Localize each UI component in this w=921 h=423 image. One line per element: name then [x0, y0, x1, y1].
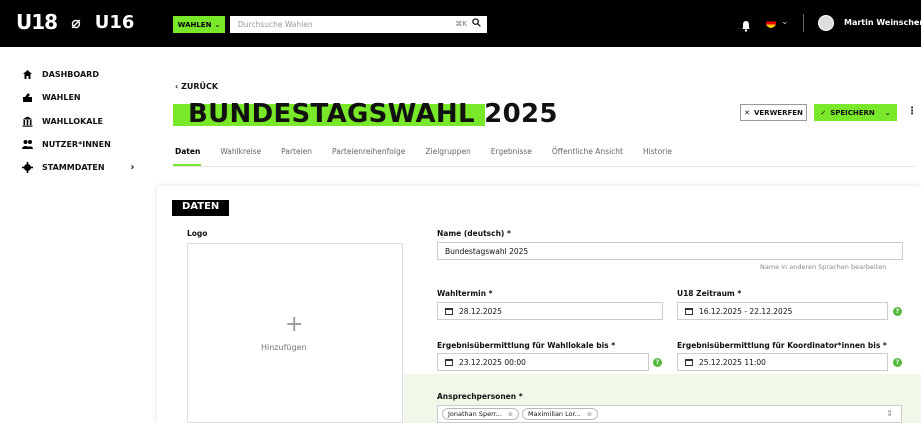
wahltermin-value: 28.12.2025: [459, 306, 502, 316]
person-chip[interactable]: Jonathan Sperr... ⊗: [442, 408, 519, 420]
user-name[interactable]: Martin Weinschenk: [844, 18, 921, 27]
home-icon: [23, 70, 32, 79]
tab-zielgruppen[interactable]: Zielgruppen: [425, 147, 470, 156]
zeitraum-field[interactable]: 16.12.2025 - 22.12.2025: [677, 302, 888, 320]
wahlen-dropdown[interactable]: WAHLEN ⌄: [173, 16, 225, 33]
bell-icon[interactable]: [741, 17, 751, 32]
tab-daten[interactable]: Daten: [175, 147, 200, 156]
sidebar-item-stammdaten[interactable]: STAMMDATEN ›: [22, 162, 135, 173]
calendar-icon: [445, 307, 453, 315]
tab-wahlkreise[interactable]: Wahlkreise: [220, 147, 261, 156]
ergebnis-wahllokale-label: Ergebnisübermittlung für Wahllokale bis …: [437, 341, 616, 350]
sidebar-item-label: WAHLLOKALE: [42, 117, 104, 126]
wahltermin-label: Wahltermin *: [437, 289, 493, 298]
sidebar-item-wahlen[interactable]: WAHLEN: [22, 92, 81, 103]
gear-icon: [22, 162, 33, 173]
tab-bar: Daten Wahlkreise Parteien Parteienreihen…: [175, 147, 692, 156]
chevron-down-icon[interactable]: ⌄: [781, 17, 789, 27]
check-icon: ✓: [820, 108, 827, 117]
sidebar-item-nutzer[interactable]: NUTZER*INNEN: [22, 139, 111, 150]
name-value: Bundestagswahl 2025: [445, 246, 529, 256]
help-icon[interactable]: ?: [893, 358, 902, 367]
ergebnis-koordinator-field[interactable]: 25.12.2025 11:00: [677, 353, 888, 371]
ergebnis-wahllokale-value: 23.12.2025 00:00: [459, 357, 526, 367]
chevron-down-icon[interactable]: ⌄: [912, 17, 920, 27]
calendar-icon: [445, 358, 453, 366]
wahlen-dropdown-label: WAHLEN: [177, 20, 212, 29]
tab-parteienreihenfolge[interactable]: Parteienreihenfolge: [332, 147, 405, 156]
back-link[interactable]: ‹ ZURÜCK: [175, 82, 218, 91]
search-input[interactable]: Durchsuche Wahlen ⌘K: [230, 16, 487, 33]
divider: [173, 166, 915, 167]
back-label: ZURÜCK: [181, 82, 219, 91]
plus-icon[interactable]: +: [285, 312, 303, 337]
save-label: SPEICHERN: [830, 108, 875, 117]
more-options-icon[interactable]: ⋮: [907, 106, 917, 117]
person-chip[interactable]: Maximilian Lor... ⊗: [521, 408, 598, 420]
search-placeholder: Durchsuche Wahlen: [238, 20, 313, 29]
logo-glyph-icon: ⌀: [71, 12, 81, 32]
wahltermin-field[interactable]: 28.12.2025: [437, 302, 663, 320]
discard-label: VERWERFEN: [753, 108, 803, 117]
name-label: Name (deutsch) *: [437, 229, 511, 238]
page-title: BUNDESTAGSWAHL 2025: [188, 99, 558, 129]
chevron-down-icon[interactable]: ⌄: [885, 109, 891, 117]
calendar-icon: [685, 358, 693, 366]
building-icon: [22, 116, 33, 127]
app-logo[interactable]: U18 ⌀ U16: [16, 10, 134, 34]
ergebnis-koordinator-label: Ergebnisübermittlung für Koordinator*inn…: [677, 341, 887, 350]
sidebar: [0, 47, 145, 423]
calendar-icon: [685, 307, 693, 315]
tab-oeffentliche-ansicht[interactable]: Öffentliche Ansicht: [552, 147, 623, 156]
logo-add-label: Hinzufügen: [261, 343, 307, 352]
logo-u16: U16: [94, 11, 135, 33]
zeitraum-label: U18 Zeitraum *: [677, 289, 742, 298]
ansprech-label: Ansprechpersonen *: [437, 392, 523, 401]
remove-icon[interactable]: ⊗: [587, 411, 592, 418]
zeitraum-value: 16.12.2025 - 22.12.2025: [699, 306, 793, 316]
tab-historie[interactable]: Historie: [643, 147, 672, 156]
ballot-icon: [23, 93, 32, 102]
chip-label: Maximilian Lor...: [527, 410, 581, 418]
german-flag-icon[interactable]: [766, 18, 776, 28]
section-title: DATEN: [172, 200, 230, 216]
discard-button[interactable]: ✕ VERWERFEN: [740, 104, 807, 121]
chevron-left-icon: ‹: [175, 82, 179, 91]
updown-chevron-icon[interactable]: ⇕: [886, 409, 893, 418]
search-shortcut: ⌘K: [455, 20, 467, 28]
chevron-right-icon[interactable]: ›: [130, 162, 134, 173]
chevron-down-icon: ⌄: [214, 20, 221, 29]
logo-label: Logo: [187, 229, 208, 238]
chip-label: Jonathan Sperr...: [448, 410, 502, 418]
tab-ergebnisse[interactable]: Ergebnisse: [491, 147, 532, 156]
sidebar-item-label: NUTZER*INNEN: [42, 140, 111, 149]
help-icon[interactable]: ?: [653, 358, 662, 367]
save-button[interactable]: ✓ SPEICHERN ⌄: [814, 104, 897, 121]
ansprech-select[interactable]: Jonathan Sperr... ⊗ Maximilian Lor... ⊗ …: [437, 405, 902, 423]
divider: [803, 14, 804, 32]
ergebnis-koordinator-value: 25.12.2025 11:00: [699, 357, 766, 367]
sidebar-item-label: STAMMDATEN: [42, 163, 105, 172]
sidebar-item-wahllokale[interactable]: WAHLLOKALE: [22, 116, 103, 127]
avatar[interactable]: [818, 15, 834, 31]
tab-parteien[interactable]: Parteien: [281, 147, 312, 156]
sidebar-item-dashboard[interactable]: DASHBOARD: [22, 69, 99, 80]
top-bar: U18 ⌀ U16 WAHLEN ⌄ Durchsuche Wahlen ⌘K …: [0, 0, 921, 47]
users-icon: [22, 140, 33, 149]
name-field[interactable]: Bundestagswahl 2025: [437, 242, 903, 260]
sidebar-item-label: DASHBOARD: [42, 70, 99, 79]
name-translations-link[interactable]: Name in anderen Sprachen bearbeiten: [760, 263, 886, 271]
search-icon[interactable]: [472, 18, 481, 30]
help-icon[interactable]: ?: [893, 307, 902, 316]
ergebnis-wahllokale-field[interactable]: 23.12.2025 00:00: [437, 353, 649, 371]
remove-icon[interactable]: ⊗: [508, 411, 513, 418]
sidebar-item-label: WAHLEN: [42, 93, 81, 102]
logo-u18: U18: [16, 10, 58, 34]
close-icon: ✕: [744, 108, 750, 117]
